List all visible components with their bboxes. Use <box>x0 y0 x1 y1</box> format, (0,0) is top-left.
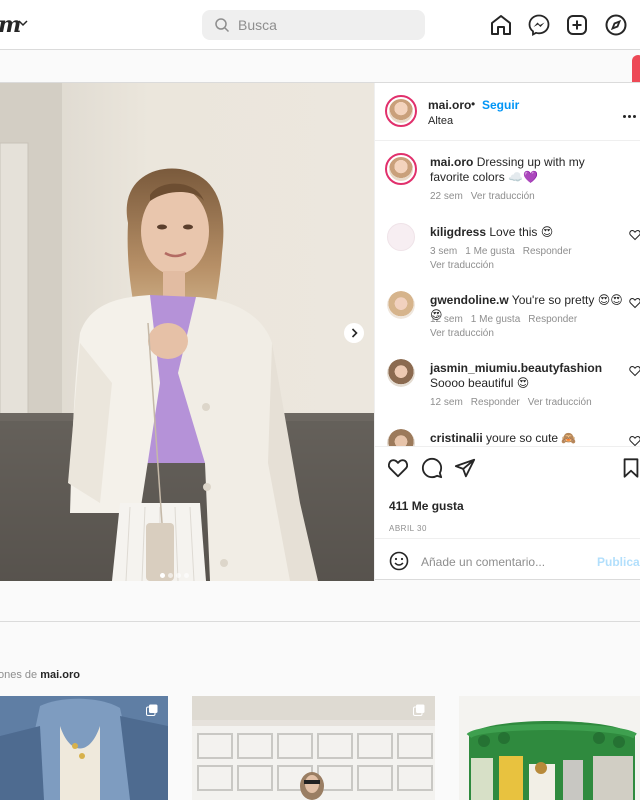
comment-likes[interactable]: 1 Me gusta <box>471 314 520 325</box>
like-comment-icon[interactable] <box>629 365 640 377</box>
comment-text: cristinalii youre so cute 🙈 <box>430 431 626 446</box>
comment-item: kiligdress Love this 😍 3 sem 1 Me gusta Re… <box>375 223 640 283</box>
comment-item: jasmin_miumiu.beautyfashion Soooo beautif… <box>375 359 640 419</box>
post-photo[interactable] <box>0 83 374 581</box>
comment-likes[interactable]: 1 Me gusta <box>465 246 514 257</box>
section-divider <box>0 621 640 622</box>
carousel-indicator <box>160 565 192 578</box>
multiple-images-icon <box>413 704 425 716</box>
separator-dot: • <box>471 97 476 111</box>
carousel-dot <box>176 573 181 578</box>
reply-link[interactable]: Responder <box>523 246 572 257</box>
top-navigation-bar: m Busca <box>0 0 640 50</box>
commenter-username[interactable]: cristinalii <box>430 431 483 445</box>
caption-time[interactable]: 22 sem <box>430 191 463 202</box>
comment-body: Love this 😍 <box>489 225 554 239</box>
search-bar[interactable]: Busca <box>202 10 425 40</box>
commenter-username[interactable]: kiligdress <box>430 225 486 239</box>
post-actions: 411 Me gusta ABRIL 30 Añade un comentari… <box>375 446 640 581</box>
comment-item: cristinalii youre so cute 🙈 <box>375 429 640 446</box>
post-sidebar: mai.oro • Seguir Altea mai.oro Dressing … <box>374 83 640 581</box>
carousel-dot <box>184 573 189 578</box>
related-post-thumbnail[interactable] <box>192 696 435 800</box>
explore-icon[interactable] <box>604 13 628 37</box>
carousel-dot <box>168 573 173 578</box>
commenter-avatar[interactable] <box>387 359 415 387</box>
comment-text: jasmin_miumiu.beautyfashion Soooo beautif… <box>430 361 626 391</box>
comment-meta: 12 sem 1 Me gusta Responder <box>430 314 585 325</box>
search-icon <box>215 18 230 33</box>
reply-link[interactable]: Responder <box>528 314 577 325</box>
new-post-icon[interactable] <box>565 13 589 37</box>
save-icon[interactable] <box>620 457 640 479</box>
comment-time[interactable]: 12 sem <box>430 397 463 408</box>
related-post-thumbnail[interactable] <box>459 696 640 800</box>
post-image <box>0 83 374 581</box>
caption-username[interactable]: mai.oro <box>430 155 473 169</box>
translate-link[interactable]: Ver traducción <box>430 328 494 339</box>
publish-button[interactable]: Publicar <box>597 555 640 569</box>
author-avatar[interactable] <box>385 153 417 185</box>
thumbnail-image <box>459 696 640 800</box>
like-icon[interactable] <box>387 457 409 479</box>
translate-link[interactable]: Ver traducción <box>528 397 592 408</box>
commenter-avatar[interactable] <box>387 223 415 251</box>
translate-link[interactable]: Ver traducción <box>471 191 535 202</box>
comments-list: mai.oro Dressing up with my favorite col… <box>375 141 640 446</box>
share-icon[interactable] <box>454 457 476 479</box>
like-comment-icon[interactable] <box>629 297 640 309</box>
more-from-username[interactable]: mai.oro <box>40 669 80 681</box>
post-card: mai.oro • Seguir Altea mai.oro Dressing … <box>0 82 640 581</box>
comment-meta: 12 sem Responder Ver traducción <box>430 397 600 408</box>
commenter-username[interactable]: jasmin_miumiu.beautyfashion <box>430 361 602 375</box>
chevron-down-icon[interactable] <box>16 16 30 30</box>
author-avatar[interactable] <box>385 95 417 127</box>
reply-link[interactable]: Responder <box>471 397 520 408</box>
carousel-dot <box>160 573 165 578</box>
messenger-icon[interactable] <box>527 13 551 37</box>
more-from-heading: ones de mai.oro <box>0 669 80 681</box>
like-comment-icon[interactable] <box>629 229 640 241</box>
add-comment-input[interactable]: Añade un comentario... <box>421 555 545 569</box>
author-username[interactable]: mai.oro <box>428 98 471 112</box>
comment-body: youre so cute 🙈 <box>486 431 577 445</box>
more-options-icon[interactable] <box>623 105 638 123</box>
post-date[interactable]: ABRIL 30 <box>389 524 427 533</box>
like-comment-icon[interactable] <box>629 435 640 446</box>
follow-button[interactable]: Seguir <box>482 98 519 112</box>
likes-count[interactable]: 411 Me gusta <box>389 499 464 513</box>
caption-meta: 22 sem Ver traducción <box>430 191 543 202</box>
multiple-images-icon <box>146 704 158 716</box>
thumbnail-image <box>192 696 435 800</box>
related-post-thumbnail[interactable] <box>0 696 168 800</box>
commenter-avatar[interactable] <box>387 291 415 319</box>
thumbnail-image <box>0 696 168 800</box>
commenter-avatar[interactable] <box>387 429 415 446</box>
comment-time[interactable]: 3 sem <box>430 246 457 257</box>
more-from-prefix: ones de <box>0 669 38 681</box>
commenter-username[interactable]: gwendoline.w <box>430 293 509 307</box>
comment-meta: 3 sem 1 Me gusta Responder <box>430 246 580 257</box>
add-comment-row: Añade un comentario... Publicar <box>375 538 640 582</box>
home-icon[interactable] <box>489 13 513 37</box>
emoji-icon[interactable] <box>389 551 409 571</box>
comment-text: kiligdress Love this 😍 <box>430 225 626 240</box>
comment-icon[interactable] <box>421 457 443 479</box>
next-image-button[interactable] <box>344 323 364 343</box>
comment-body: Soooo beautiful 😍 <box>430 376 530 390</box>
post-header: mai.oro • Seguir Altea <box>375 83 640 141</box>
search-input[interactable]: Busca <box>238 17 277 33</box>
comment-item: gwendoline.w You're so pretty 😍😍😍 12 sem… <box>375 291 640 351</box>
caption: mai.oro Dressing up with my favorite col… <box>375 153 640 213</box>
comment-time[interactable]: 12 sem <box>430 314 463 325</box>
translate-link[interactable]: Ver traducción <box>430 260 494 271</box>
caption-text: mai.oro Dressing up with my favorite col… <box>430 155 626 185</box>
post-location[interactable]: Altea <box>428 115 453 127</box>
